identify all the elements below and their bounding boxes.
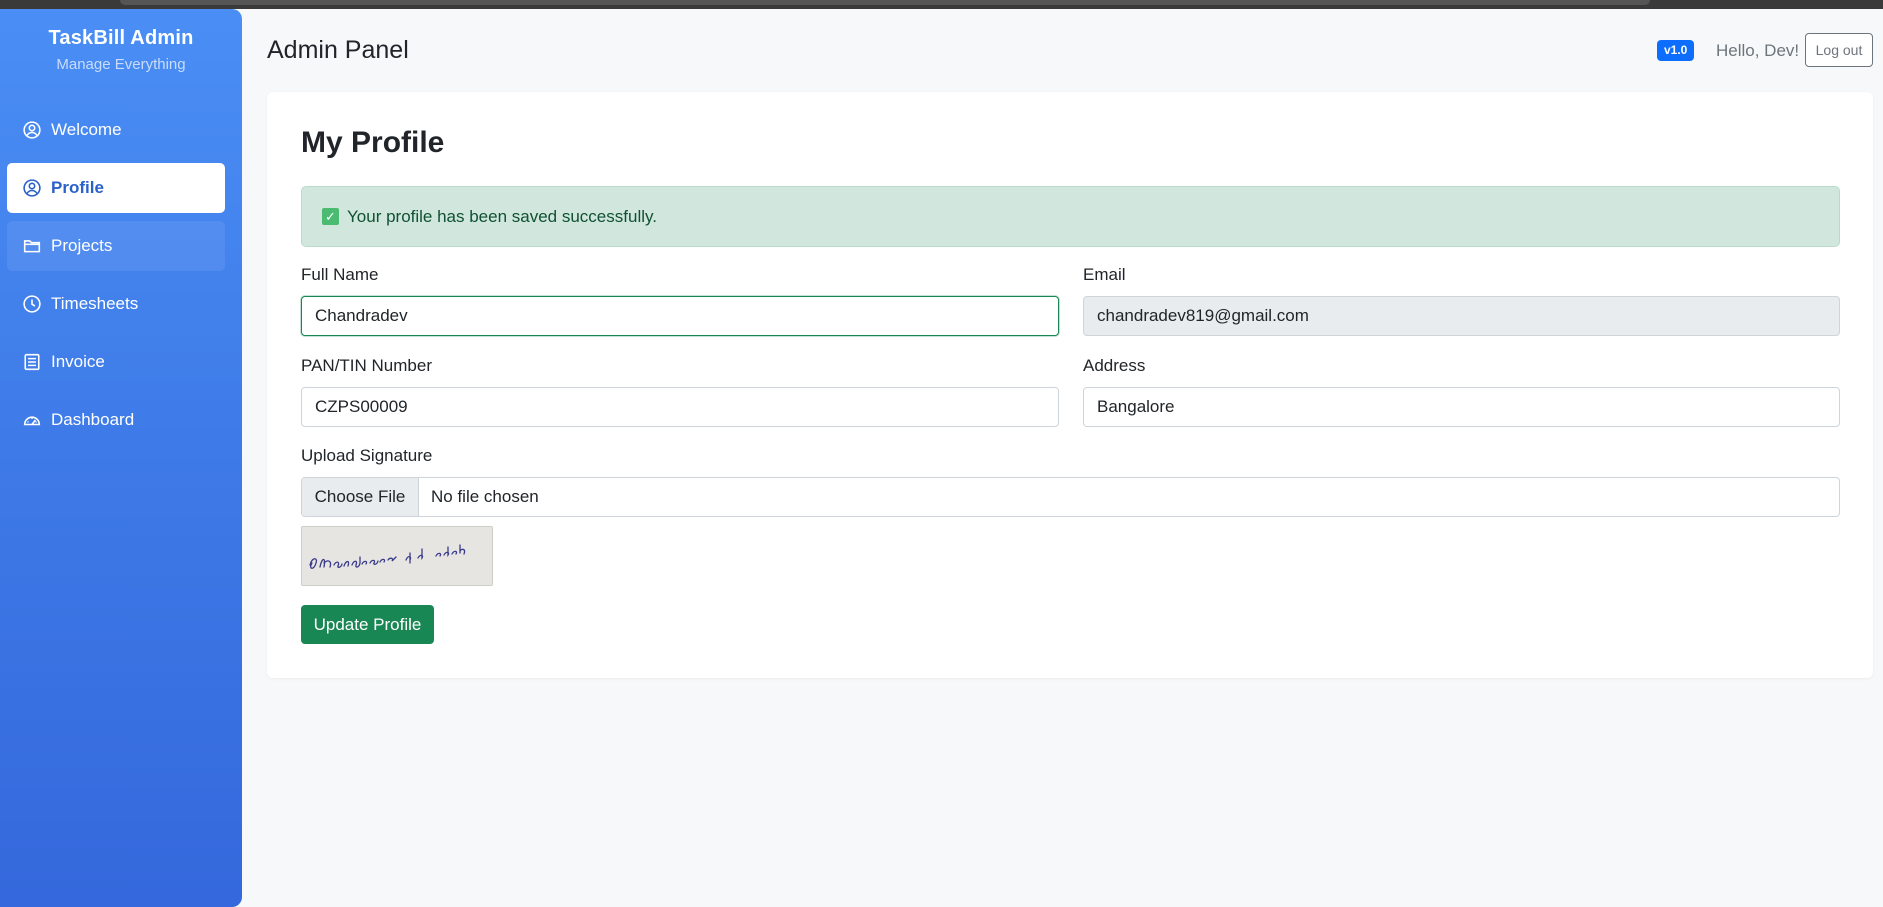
full-name-input[interactable]: Chandradev xyxy=(301,296,1059,336)
speedometer-icon xyxy=(23,411,41,429)
brand-subtitle: Manage Everything xyxy=(56,56,186,73)
invoice-icon xyxy=(23,353,41,371)
signature-file-input[interactable]: Choose File No file chosen xyxy=(301,477,1840,517)
sidebar-nav: Welcome Profile Projects Timesheets Invo… xyxy=(0,105,242,445)
success-alert-text: Your profile has been saved successfully… xyxy=(347,206,657,226)
choose-file-button[interactable]: Choose File xyxy=(302,478,419,516)
address-input[interactable]: Bangalore xyxy=(1083,387,1840,427)
sidebar-item-welcome[interactable]: Welcome xyxy=(7,105,225,155)
brand-title: TaskBill Admin xyxy=(48,27,194,49)
user-greeting: Hello, Dev! xyxy=(1716,41,1800,60)
user-circle-icon xyxy=(23,121,41,139)
sidebar-item-label: Projects xyxy=(51,236,113,255)
clock-icon xyxy=(23,295,41,313)
pan-label: PAN/TIN Number xyxy=(301,356,432,375)
sidebar-item-label: Profile xyxy=(51,178,104,197)
update-profile-button[interactable]: Update Profile xyxy=(301,605,434,644)
sidebar-item-projects[interactable]: Projects xyxy=(7,221,225,271)
sidebar-item-profile[interactable]: Profile xyxy=(7,163,225,213)
file-status: No file chosen xyxy=(431,487,539,506)
page-title: My Profile xyxy=(301,126,445,159)
pan-input[interactable]: CZPS00009 xyxy=(301,387,1059,427)
page-header-title: Admin Panel xyxy=(267,36,409,64)
brand: TaskBill Admin Manage Everything xyxy=(0,9,242,73)
sidebar-item-label: Timesheets xyxy=(51,294,139,313)
check-icon: ✓ xyxy=(322,208,339,225)
sidebar-item-label: Welcome xyxy=(51,120,122,139)
version-badge: v1.0 xyxy=(1657,40,1695,61)
user-circle-icon xyxy=(23,179,41,197)
logout-button[interactable]: Log out xyxy=(1805,33,1873,67)
address-label: Address xyxy=(1083,356,1146,375)
full-name-label: Full Name xyxy=(301,265,379,284)
email-label: Email xyxy=(1083,265,1126,284)
sidebar-item-label: Invoice xyxy=(51,352,105,371)
success-alert: ✓ Your profile has been saved successful… xyxy=(301,186,1840,247)
sidebar-item-label: Dashboard xyxy=(51,410,135,429)
email-field[interactable]: chandradev819@gmail.com xyxy=(1083,296,1840,336)
sidebar-item-invoice[interactable]: Invoice xyxy=(7,337,225,387)
signature-label: Upload Signature xyxy=(301,446,433,465)
profile-card: My Profile ✓ Your profile has been saved… xyxy=(267,92,1873,678)
sidebar-item-dashboard[interactable]: Dashboard xyxy=(7,395,225,445)
signature-image xyxy=(301,526,493,586)
sidebar: TaskBill Admin Manage Everything Welcome… xyxy=(0,9,242,907)
browser-top-strip xyxy=(0,0,1883,9)
sidebar-item-timesheets[interactable]: Timesheets xyxy=(7,279,225,329)
folder-icon xyxy=(23,237,41,255)
